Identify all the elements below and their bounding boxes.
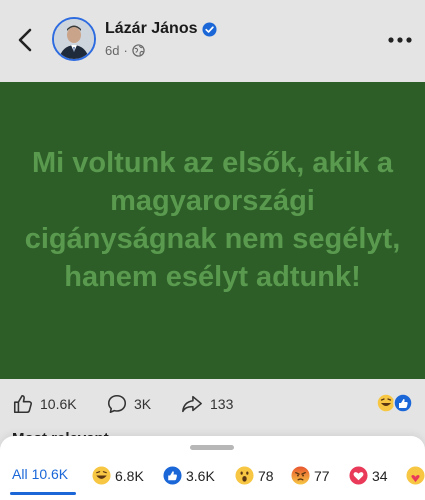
tab-care-reactions[interactable] [406, 466, 425, 485]
laugh-emoji-icon [92, 466, 111, 485]
like-count: 10.6K [40, 396, 77, 412]
tab-like-reactions[interactable]: 3.6K [163, 466, 215, 485]
avatar[interactable] [52, 17, 96, 61]
tab-love-count: 34 [372, 467, 388, 484]
post-text: Mi voltunk az elsők, akik a magyarország… [24, 146, 401, 293]
globe-icon [132, 44, 145, 57]
thumbs-up-icon [13, 394, 32, 414]
post-content[interactable]: Mi voltunk az elsők, akik a magyarország… [0, 82, 425, 379]
meta-separator: · [123, 43, 128, 58]
tab-all-count: 10.6K [31, 466, 69, 482]
share-icon [182, 395, 202, 413]
tab-love-reactions[interactable]: 34 [349, 466, 388, 485]
author-row: Lázár János [105, 20, 218, 38]
tab-like-count: 3.6K [186, 467, 215, 484]
post-meta: 6d · [105, 43, 145, 58]
reactions-sheet: All 10.6K 6.8K 3.6K 78 77 34 [0, 436, 425, 500]
share-button[interactable]: 133 [180, 393, 233, 415]
tab-angry-reactions[interactable]: 77 [291, 466, 330, 485]
comment-icon [107, 394, 127, 414]
comment-count: 3K [134, 396, 152, 412]
tab-wow-reactions[interactable]: 78 [235, 466, 274, 485]
love-reaction-icon [349, 466, 368, 485]
laugh-emoji-icon [376, 393, 396, 413]
back-arrow-icon[interactable] [14, 26, 38, 54]
tab-laugh-count: 6.8K [115, 467, 144, 484]
post-time[interactable]: 6d [105, 43, 119, 58]
more-options-icon[interactable] [387, 36, 413, 44]
like-button[interactable]: 10.6K [12, 393, 77, 415]
like-reaction-icon [163, 466, 182, 485]
comment-button[interactable]: 3K [106, 393, 151, 415]
engagement-bar: 10.6K 3K 133 [0, 380, 425, 426]
share-count: 133 [210, 396, 234, 412]
tab-all-label: All [12, 466, 28, 482]
active-tab-indicator [10, 492, 76, 495]
tab-wow-count: 78 [258, 467, 274, 484]
verified-badge-icon [202, 21, 218, 37]
drag-handle[interactable] [190, 445, 234, 450]
care-emoji-icon [406, 466, 425, 485]
author-name[interactable]: Lázár János [105, 20, 197, 38]
like-reaction-icon [393, 393, 413, 413]
tab-angry-count: 77 [314, 467, 330, 484]
post-header: Lázár János 6d · [0, 0, 425, 82]
reaction-summary[interactable] [376, 393, 416, 413]
angry-emoji-icon [291, 466, 310, 485]
tab-laugh-reactions[interactable]: 6.8K [92, 466, 144, 485]
wow-emoji-icon [235, 466, 254, 485]
tab-all-reactions[interactable]: All 10.6K [12, 466, 68, 482]
